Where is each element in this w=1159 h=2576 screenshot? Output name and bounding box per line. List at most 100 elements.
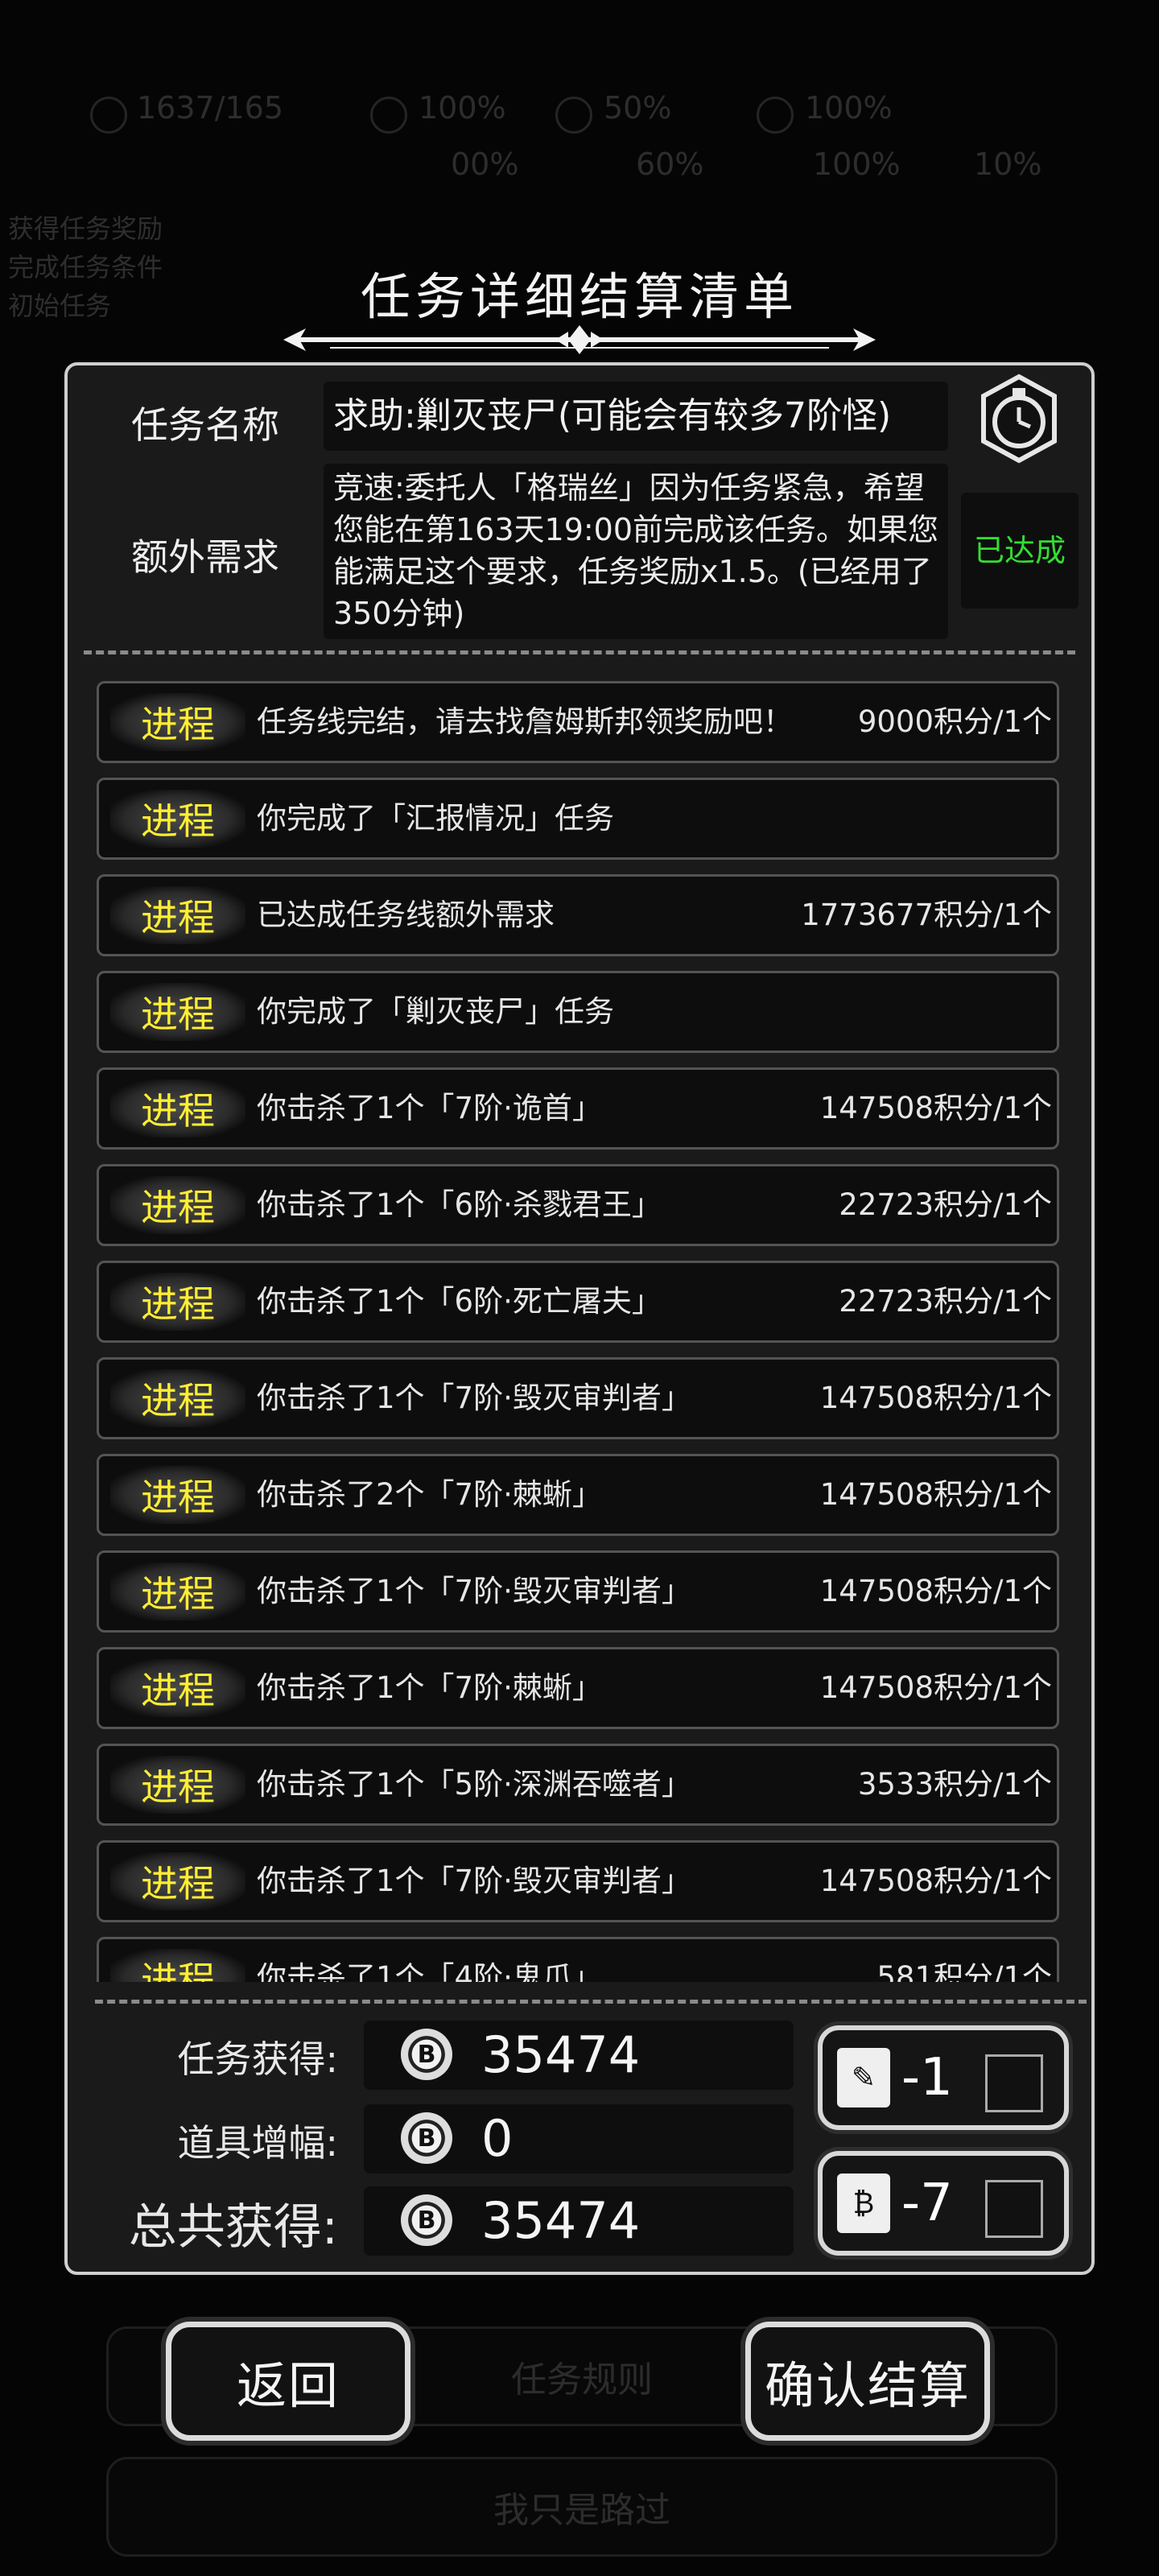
progress-value: 22723积分/1个 bbox=[839, 1284, 1052, 1319]
progress-text: 任务线完结，请去找詹姆斯邦领奖励吧！ bbox=[257, 704, 793, 739]
progress-row: 进程 你击杀了1个「7阶·棘蜥」 147508积分/1个 bbox=[97, 1647, 1059, 1729]
divider-top bbox=[84, 650, 1075, 654]
progress-text: 你击杀了1个「7阶·毁灭审判者」 bbox=[257, 1864, 691, 1898]
progress-row: 进程 你击杀了1个「7阶·毁灭审判者」 147508积分/1个 bbox=[97, 1550, 1059, 1633]
divider-bottom bbox=[95, 2000, 1087, 2004]
scroll-item-count: -1 bbox=[901, 2048, 953, 2107]
progress-row: 进程 你击杀了1个「6阶·杀戮君王」 22723积分/1个 bbox=[97, 1164, 1059, 1246]
progress-tag: 进程 bbox=[110, 1563, 245, 1620]
progress-row: 进程 你完成了「汇报情况」任务 bbox=[97, 778, 1059, 860]
progress-tag: 进程 bbox=[110, 1852, 245, 1910]
coin-icon: B bbox=[401, 2029, 452, 2080]
item-bonus-value: 0 bbox=[481, 2109, 514, 2168]
progress-tag: 进程 bbox=[110, 1756, 245, 1814]
progress-row: 进程 任务线完结，请去找詹姆斯邦领奖励吧！ 9000积分/1个 bbox=[97, 681, 1059, 763]
progress-row: 进程 已达成任务线额外需求 1773677积分/1个 bbox=[97, 874, 1059, 956]
item-bonus-box: B 0 bbox=[364, 2104, 794, 2174]
title-ornament bbox=[283, 325, 876, 354]
progress-tag: 进程 bbox=[110, 1369, 245, 1427]
pass-by-label: 我只是路过 bbox=[493, 2490, 670, 2531]
dialog-title: 任务详细结算清单 bbox=[360, 267, 798, 326]
progress-tag: 进程 bbox=[110, 1080, 245, 1137]
progress-text: 你完成了「剿灭丧尸」任务 bbox=[257, 994, 614, 1029]
progress-text: 你完成了「汇报情况」任务 bbox=[257, 801, 614, 836]
scroll-item-checkbox[interactable] bbox=[985, 2054, 1043, 2112]
task-reward-label: 任务获得: bbox=[177, 2037, 339, 2081]
progress-tag: 进程 bbox=[110, 693, 245, 751]
card-item-count: -7 bbox=[901, 2174, 953, 2233]
water-icon bbox=[555, 97, 592, 134]
progress-text: 你击杀了2个「7阶·棘蜥」 bbox=[257, 1477, 602, 1512]
bg-stat: 100% bbox=[805, 90, 893, 126]
progress-text: 你击杀了1个「4阶·鬼爪」 bbox=[257, 1960, 602, 1982]
progress-tag: 进程 bbox=[110, 1949, 245, 1982]
stopwatch-icon[interactable] bbox=[972, 372, 1066, 465]
card-item-checkbox[interactable] bbox=[985, 2180, 1043, 2238]
progress-value: 3533积分/1个 bbox=[857, 1767, 1052, 1802]
task-name-value: 求助:剿灭丧尸(可能会有较多7阶怪) bbox=[333, 395, 892, 436]
progress-row: 进程 你击杀了1个「7阶·诡首」 147508积分/1个 bbox=[97, 1067, 1059, 1150]
progress-value: 147508积分/1个 bbox=[819, 1477, 1052, 1512]
progress-tag: 进程 bbox=[110, 1273, 245, 1331]
progress-row: 进程 你击杀了1个「7阶·毁灭审判者」 147508积分/1个 bbox=[97, 1840, 1059, 1922]
progress-row: 进程 你击杀了1个「6阶·死亡屠夫」 22723积分/1个 bbox=[97, 1261, 1059, 1343]
progress-text: 你击杀了1个「7阶·毁灭审判者」 bbox=[257, 1574, 691, 1608]
progress-row: 进程 你击杀了1个「4阶·鬼爪」 581积分/1个 bbox=[97, 1937, 1059, 1982]
task-name-label: 任务名称 bbox=[131, 403, 279, 447]
progress-text: 你击杀了1个「6阶·死亡屠夫」 bbox=[257, 1284, 662, 1319]
confirm-settlement-button[interactable]: 确认结算 bbox=[745, 2322, 990, 2441]
bg-stat: 10% bbox=[974, 147, 1042, 182]
task-name-box: 求助:剿灭丧尸(可能会有较多7阶怪) bbox=[324, 382, 948, 451]
coin-icon: B bbox=[401, 2112, 452, 2164]
total-reward-box: B 35474 bbox=[364, 2186, 794, 2256]
card-item-toggle[interactable]: ₿ -7 bbox=[818, 2151, 1069, 2256]
back-button-label: 返回 bbox=[236, 2356, 340, 2415]
progress-tag: 进程 bbox=[110, 983, 245, 1041]
progress-tag: 进程 bbox=[110, 1659, 245, 1717]
task-rules-label: 任务规则 bbox=[511, 2359, 653, 2401]
bg-side-line: 获得任务奖励 bbox=[8, 213, 163, 244]
progress-value: 147508积分/1个 bbox=[819, 1864, 1052, 1898]
scroll-item-toggle[interactable]: ✎ -1 bbox=[818, 2025, 1069, 2130]
progress-text: 你击杀了1个「7阶·毁灭审判者」 bbox=[257, 1381, 691, 1415]
bg-stat: 100% bbox=[419, 90, 506, 126]
progress-text: 你击杀了1个「6阶·杀戮君王」 bbox=[257, 1187, 662, 1222]
food-icon bbox=[370, 97, 407, 134]
progress-text: 已达成任务线额外需求 bbox=[257, 898, 555, 932]
extra-requirement-label: 额外需求 bbox=[131, 535, 279, 579]
progress-text: 你击杀了1个「7阶·棘蜥」 bbox=[257, 1670, 602, 1705]
bg-stat: 1637/165 bbox=[137, 90, 284, 126]
task-reward-box: B 35474 bbox=[364, 2021, 794, 2090]
progress-row: 进程 你击杀了1个「7阶·毁灭审判者」 147508积分/1个 bbox=[97, 1357, 1059, 1439]
bg-stat: 00% bbox=[451, 147, 519, 182]
progress-tag: 进程 bbox=[110, 1466, 245, 1524]
extra-status-text: 已达成 bbox=[973, 533, 1066, 568]
progress-value: 147508积分/1个 bbox=[819, 1574, 1052, 1608]
card-icon: ₿ bbox=[837, 2174, 890, 2233]
extra-requirement-text: 竞速:委托人「格瑞丝」因为任务紧急，希望您能在第163天19:00前完成该任务。… bbox=[333, 470, 939, 631]
background-status-bar: 1637/165 100% 50% 100% 00% 60% 100% 10% bbox=[0, 72, 1159, 193]
item-bonus-label: 道具增幅: bbox=[177, 2121, 339, 2165]
total-reward-value: 35474 bbox=[481, 2191, 641, 2250]
progress-tag: 进程 bbox=[110, 1176, 245, 1234]
progress-list[interactable]: 进程 任务线完结，请去找詹姆斯邦领奖励吧！ 9000积分/1个 进程 你完成了「汇报情况… bbox=[90, 670, 1069, 1982]
progress-value: 581积分/1个 bbox=[876, 1960, 1052, 1982]
progress-tag: 进程 bbox=[110, 790, 245, 848]
task-reward-value: 35474 bbox=[481, 2025, 641, 2084]
progress-tag: 进程 bbox=[110, 886, 245, 944]
progress-row: 进程 你击杀了1个「5阶·深渊吞噬者」 3533积分/1个 bbox=[97, 1744, 1059, 1826]
progress-row: 进程 你完成了「剿灭丧尸」任务 bbox=[97, 971, 1059, 1053]
progress-value: 1773677积分/1个 bbox=[801, 898, 1052, 932]
progress-value: 147508积分/1个 bbox=[819, 1091, 1052, 1125]
back-button[interactable]: 返回 bbox=[166, 2322, 410, 2441]
coin-icon bbox=[90, 97, 127, 134]
extra-status-badge: 已达成 bbox=[961, 493, 1079, 609]
pass-by-button[interactable]: 我只是路过 bbox=[106, 2457, 1058, 2557]
coin-icon: B bbox=[401, 2194, 452, 2246]
extra-requirement-box: 竞速:委托人「格瑞丝」因为任务紧急，希望您能在第163天19:00前完成该任务。… bbox=[324, 464, 948, 639]
progress-value: 9000积分/1个 bbox=[857, 704, 1052, 739]
progress-row: 进程 你击杀了2个「7阶·棘蜥」 147508积分/1个 bbox=[97, 1454, 1059, 1536]
progress-value: 22723积分/1个 bbox=[839, 1187, 1052, 1222]
health-icon bbox=[757, 97, 794, 134]
progress-text: 你击杀了1个「5阶·深渊吞噬者」 bbox=[257, 1767, 691, 1802]
